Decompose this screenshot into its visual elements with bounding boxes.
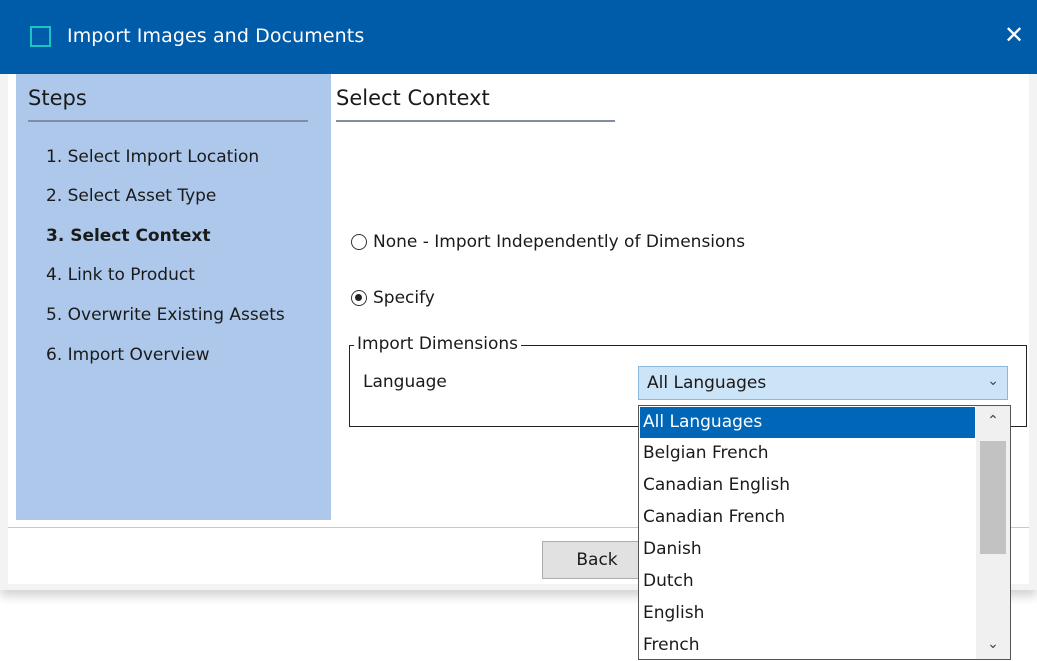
dropdown-option-english[interactable]: English: [640, 598, 975, 629]
radio-none-label: None - Import Independently of Dimension…: [373, 232, 746, 252]
close-icon[interactable]: ✕: [999, 20, 1029, 50]
step-item-select-import-location: 1. Select Import Location: [46, 147, 260, 167]
radio-specify-option[interactable]: Specify: [351, 288, 435, 308]
dropdown-option-all-languages[interactable]: All Languages: [640, 407, 975, 438]
window-title: Import Images and Documents: [67, 25, 365, 47]
page-title: Select Context: [336, 86, 490, 110]
step-item-select-asset-type: 2. Select Asset Type: [46, 186, 217, 206]
radio-button-specify[interactable]: [351, 290, 367, 306]
step-item-overwrite-existing-assets: 5. Overwrite Existing Assets: [46, 305, 285, 325]
step-item-link-to-product: 4. Link to Product: [46, 265, 195, 285]
language-select-value: All Languages: [647, 373, 767, 393]
back-button[interactable]: Back: [542, 541, 652, 579]
title-bar[interactable]: Import Images and Documents ✕: [0, 0, 1037, 74]
language-label: Language: [363, 372, 447, 392]
scroll-thumb[interactable]: [980, 441, 1006, 554]
dropdown-option-dutch[interactable]: Dutch: [640, 566, 975, 597]
steps-heading: Steps: [28, 86, 87, 110]
dropdown-option-belgian-french[interactable]: Belgian French: [640, 438, 975, 469]
scroll-down-icon[interactable]: ⌄: [976, 629, 1010, 659]
step-item-select-context: 3. Select Context: [46, 226, 211, 246]
steps-panel: Steps 1. Select Import Location 2. Selec…: [16, 74, 331, 520]
language-dropdown-list[interactable]: All Languages Belgian French Canadian En…: [638, 405, 1011, 660]
radio-none-option[interactable]: None - Import Independently of Dimension…: [351, 232, 745, 252]
language-select[interactable]: All Languages ⌄: [638, 366, 1008, 400]
dropdown-option-canadian-english[interactable]: Canadian English: [640, 470, 975, 501]
import-dimensions-legend: Import Dimensions: [354, 334, 522, 354]
scroll-up-icon[interactable]: ⌃: [976, 406, 1010, 436]
step-item-import-overview: 6. Import Overview: [46, 345, 210, 365]
radio-specify-label: Specify: [373, 288, 435, 308]
app-icon: [30, 26, 51, 47]
steps-divider: [28, 120, 308, 122]
dropdown-option-french[interactable]: French: [640, 630, 975, 661]
chevron-down-icon[interactable]: ⌄: [987, 373, 999, 389]
title-divider: [336, 120, 615, 122]
dropdown-option-canadian-french[interactable]: Canadian French: [640, 502, 975, 533]
radio-button-none[interactable]: [351, 234, 367, 250]
dropdown-scrollbar[interactable]: ⌃ ⌄: [976, 406, 1010, 659]
dropdown-option-danish[interactable]: Danish: [640, 534, 975, 565]
